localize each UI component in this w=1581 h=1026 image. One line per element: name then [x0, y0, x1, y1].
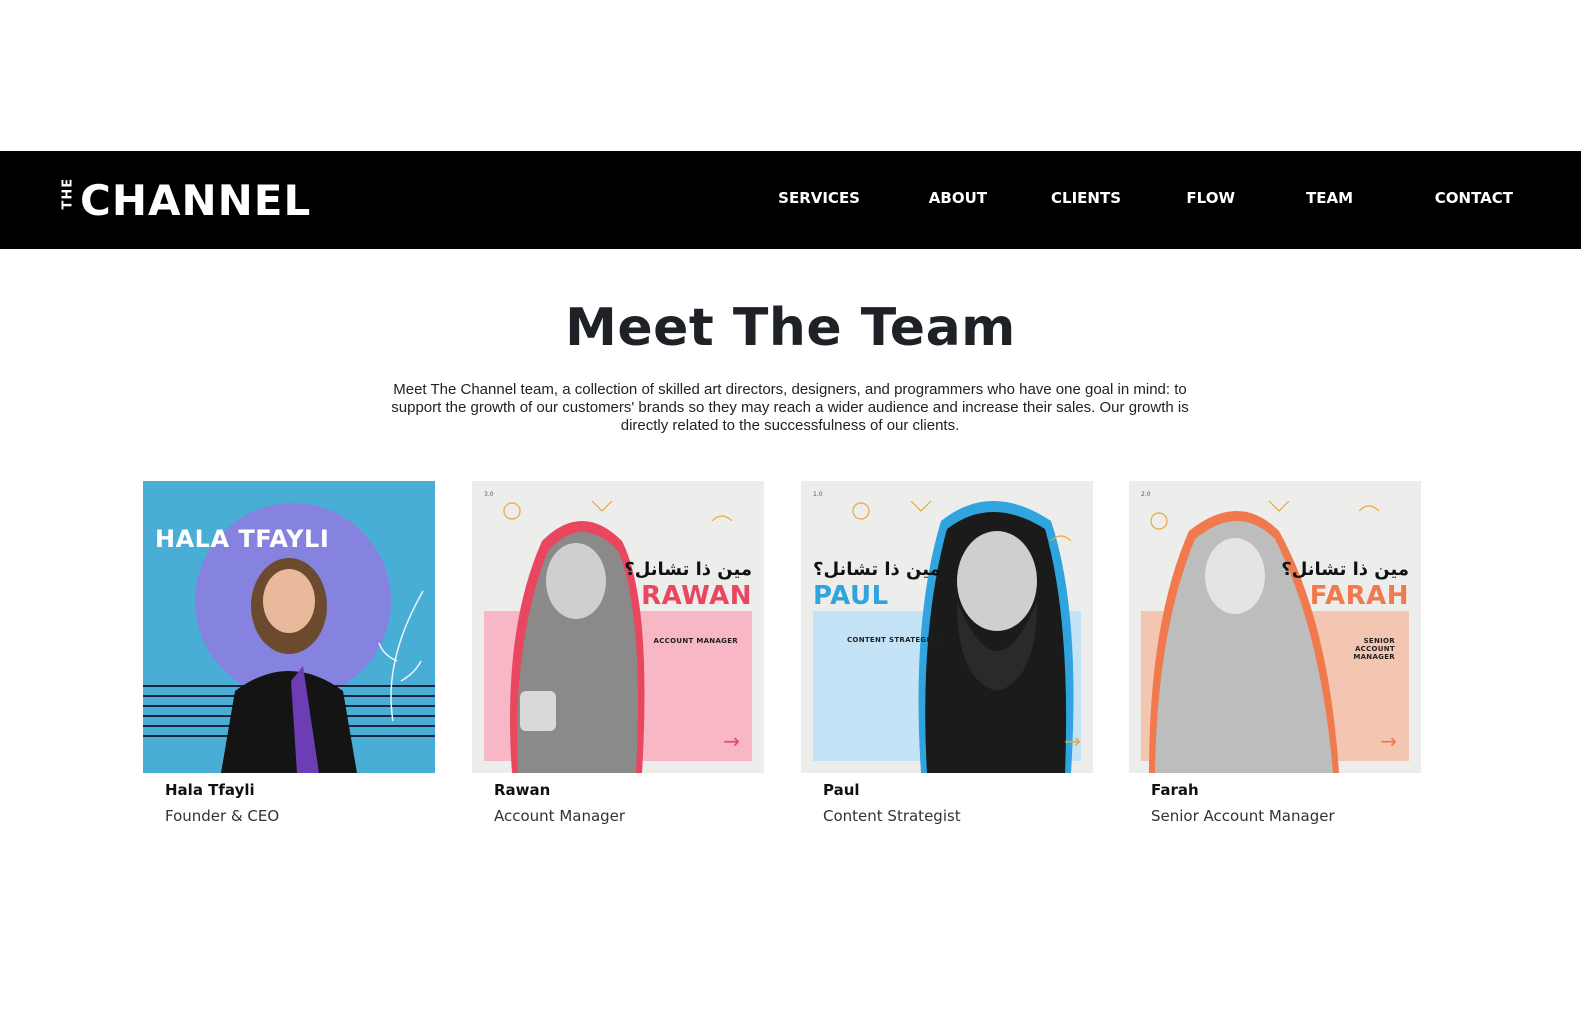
arrow-right-icon: →	[723, 729, 740, 753]
member-role: Content Strategist	[823, 807, 961, 825]
photo-arabic-text: مين ذا تشانل؟	[624, 559, 752, 580]
nav-services[interactable]: SERVICES	[778, 189, 860, 207]
team-description: Meet The Channel team, a collection of s…	[391, 381, 1189, 434]
nav-team[interactable]: TEAM	[1306, 189, 1353, 207]
photo-arabic-text: مين ذا تشانل؟	[1281, 559, 1409, 580]
photo-number: 1.0	[813, 491, 823, 498]
team-card-hala[interactable]: HALA TFAYLI Hala Tfayli Founder & CEO	[143, 481, 435, 825]
nav-contact[interactable]: CONTACT	[1435, 189, 1513, 207]
team-card-farah[interactable]: 2.0 مين ذا تشانل؟ FARAH SENIOR ACCOUNT M…	[1129, 481, 1421, 825]
member-name: Rawan	[494, 781, 551, 799]
member-name: Farah	[1151, 781, 1199, 799]
photo-arabic-text: مين ذا تشانل؟	[813, 559, 941, 580]
photo-illustration	[1141, 500, 1409, 773]
team-card-rawan[interactable]: 3.0 مين ذا تشانل؟ RAWAN ACCOUNT MANAGER …	[472, 481, 764, 825]
photo-name-overlay: FARAH	[1309, 581, 1409, 611]
photo-illustration	[813, 500, 1081, 773]
team-photo: 2.0 مين ذا تشانل؟ FARAH SENIOR ACCOUNT M…	[1129, 481, 1421, 773]
team-photo: 1.0 مين ذا تشانل؟ PAUL CONTENT STRATEGIS…	[801, 481, 1093, 773]
member-role: Account Manager	[494, 807, 626, 825]
member-role: Senior Account Manager	[1151, 807, 1335, 825]
nav-clients[interactable]: CLIENTS	[1051, 189, 1121, 207]
team-photo: 3.0 مين ذا تشانل؟ RAWAN ACCOUNT MANAGER …	[472, 481, 764, 773]
photo-illustration	[484, 500, 752, 773]
photo-name-overlay: HALA TFAYLI	[155, 525, 330, 553]
team-card-paul[interactable]: 1.0 مين ذا تشانل؟ PAUL CONTENT STRATEGIS…	[801, 481, 1093, 825]
member-name: Paul	[823, 781, 860, 799]
nav-flow[interactable]: FLOW	[1186, 189, 1235, 207]
logo[interactable]: THE CHANNEL	[60, 176, 312, 225]
photo-role-overlay: CONTENT STRATEGIST	[847, 636, 940, 644]
team-photo: HALA TFAYLI	[143, 481, 435, 773]
logo-the: THE	[60, 177, 76, 209]
photo-name-overlay: RAWAN	[641, 581, 752, 611]
photo-role-overlay: ACCOUNT MANAGER	[653, 637, 738, 645]
photo-name-overlay: PAUL	[813, 581, 889, 611]
logo-text: CHANNEL	[80, 176, 312, 225]
navbar: THE CHANNEL SERVICES ABOUT CLIENTS FLOW …	[0, 151, 1581, 249]
member-name: Hala Tfayli	[165, 781, 255, 799]
arrow-right-icon: →	[1064, 729, 1081, 753]
member-role: Founder & CEO	[165, 807, 280, 825]
nav-about[interactable]: ABOUT	[929, 189, 987, 207]
page-title: Meet The Team	[565, 298, 1016, 358]
arrow-right-icon: →	[1380, 729, 1397, 753]
photo-number: 3.0	[484, 491, 494, 498]
photo-number: 2.0	[1141, 491, 1151, 498]
photo-role-overlay: SENIOR ACCOUNT MANAGER	[1353, 637, 1395, 661]
